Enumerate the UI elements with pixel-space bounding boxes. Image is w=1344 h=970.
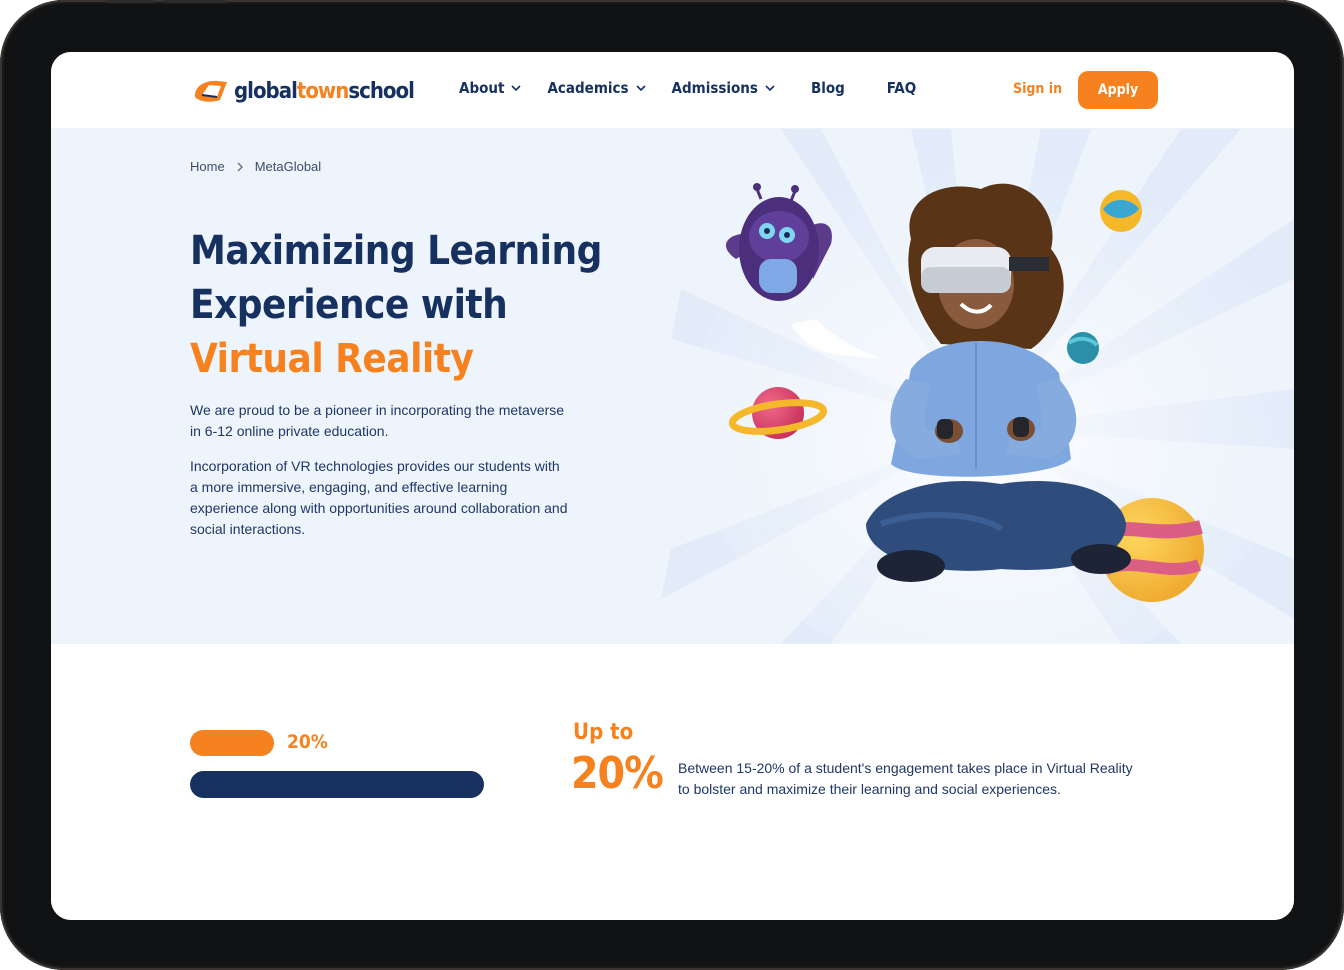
browser-screen: globaltownschool About Academics Admissi… <box>51 52 1294 920</box>
breadcrumb-home-link[interactable]: Home <box>190 159 225 174</box>
small-planet-mid <box>1067 332 1099 364</box>
stat-description: Between 15-20% of a student's engagement… <box>678 760 1133 797</box>
site-logo[interactable]: globaltownschool <box>192 76 415 106</box>
hero-title-accent: Virtual Reality <box>190 336 474 382</box>
hero-title: Maximizing Learning Experience with Virt… <box>190 224 610 386</box>
nav-about-label: About <box>459 79 505 97</box>
nav-admissions[interactable]: Admissions <box>672 79 776 97</box>
hero-title-line1: Maximizing Learning <box>190 228 602 274</box>
nav-academics[interactable]: Academics <box>547 79 646 97</box>
nav-blog-label: Blog <box>810 79 845 97</box>
chevron-right-icon <box>237 162 243 171</box>
nav-blog[interactable]: Blog <box>811 79 845 97</box>
breadcrumb: Home MetaGlobal <box>190 159 321 174</box>
hero-paragraph-2: Incorporation of VR technologies provide… <box>190 458 568 537</box>
tablet-frame: globaltownschool About Academics Admissi… <box>0 0 1344 970</box>
sign-in-link[interactable]: Sign in <box>1013 81 1062 97</box>
device-top-button <box>164 0 226 3</box>
chevron-down-icon <box>765 85 775 92</box>
hero-section: Home MetaGlobal Maximizing Learning Expe… <box>51 129 1294 644</box>
device-top-button <box>106 0 154 3</box>
chevron-down-icon <box>635 85 646 92</box>
nav-faq-label: FAQ <box>886 79 917 97</box>
progress-bar-track <box>190 771 484 798</box>
small-planet-top <box>1100 190 1142 232</box>
stat-up-to-label: Up to <box>573 720 634 745</box>
nav-academics-label: Academics <box>547 79 629 97</box>
nav-about[interactable]: About <box>459 79 522 97</box>
hero-illustration <box>661 129 1294 644</box>
stats-section: 20% Up to 20% Between 15-20% of a studen… <box>51 644 1294 920</box>
logo-word-global: global <box>234 78 298 104</box>
progress-percent-label: 20% <box>287 731 328 753</box>
logo-mark-icon <box>194 80 227 102</box>
progress-bar-indicator <box>190 730 274 756</box>
breadcrumb-current: MetaGlobal <box>254 159 322 174</box>
logo-word-town: town <box>296 78 349 104</box>
stat-big-value: 20% <box>571 748 664 799</box>
nav-admissions-label: Admissions <box>671 79 758 97</box>
logo-word-school: school <box>348 78 415 104</box>
top-navbar: globaltownschool About Academics Admissi… <box>51 52 1294 129</box>
hero-paragraph-1: We are proud to be a pioneer in incorpor… <box>190 402 565 439</box>
main-menu: About Academics Admissions Blog FAQ <box>459 79 916 97</box>
chevron-down-icon <box>511 85 522 92</box>
hero-title-line2: Experience with <box>190 282 508 328</box>
logo-wordmark: globaltownschool <box>234 78 415 104</box>
nav-faq[interactable]: FAQ <box>887 79 916 97</box>
apply-button[interactable]: Apply <box>1078 71 1158 109</box>
